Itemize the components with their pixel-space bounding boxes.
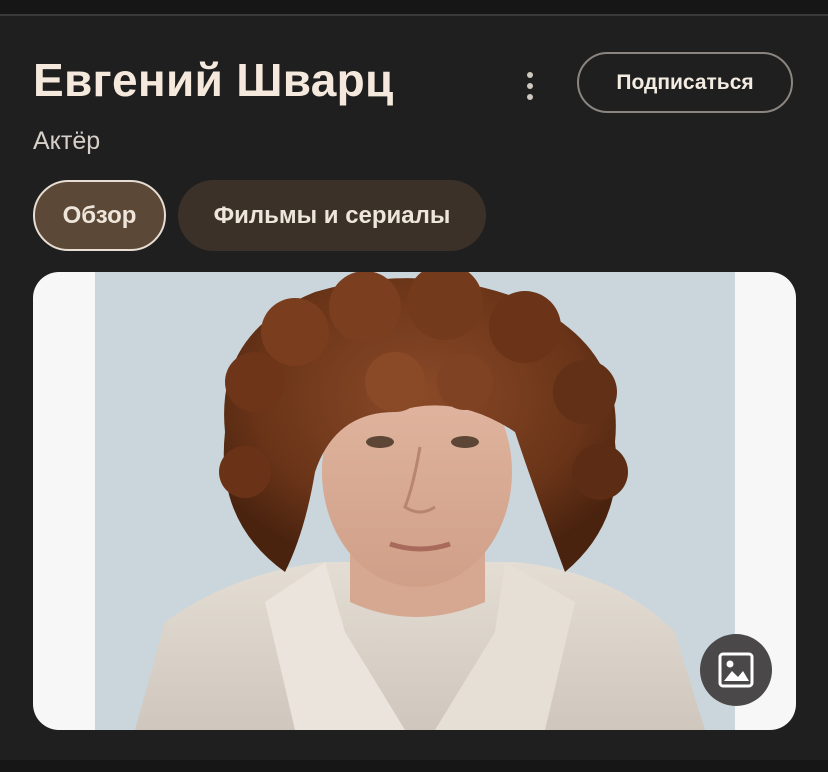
more-options-button[interactable] bbox=[506, 62, 554, 110]
subscribe-button[interactable]: Подписаться bbox=[577, 52, 793, 113]
page-title: Евгений Шварц bbox=[33, 54, 394, 106]
tab-films-and-series[interactable]: Фильмы и сериалы bbox=[178, 180, 486, 251]
tab-overview[interactable]: Обзор bbox=[33, 180, 166, 251]
bottom-bar bbox=[0, 760, 828, 772]
image-icon bbox=[718, 652, 754, 688]
top-bar bbox=[0, 0, 828, 14]
page-subtitle: Актёр bbox=[33, 127, 101, 155]
top-divider bbox=[0, 14, 828, 16]
profile-photo bbox=[95, 272, 735, 730]
more-vert-icon bbox=[527, 72, 533, 100]
view-image-button[interactable] bbox=[700, 634, 772, 706]
profile-photo-card[interactable] bbox=[33, 272, 796, 730]
